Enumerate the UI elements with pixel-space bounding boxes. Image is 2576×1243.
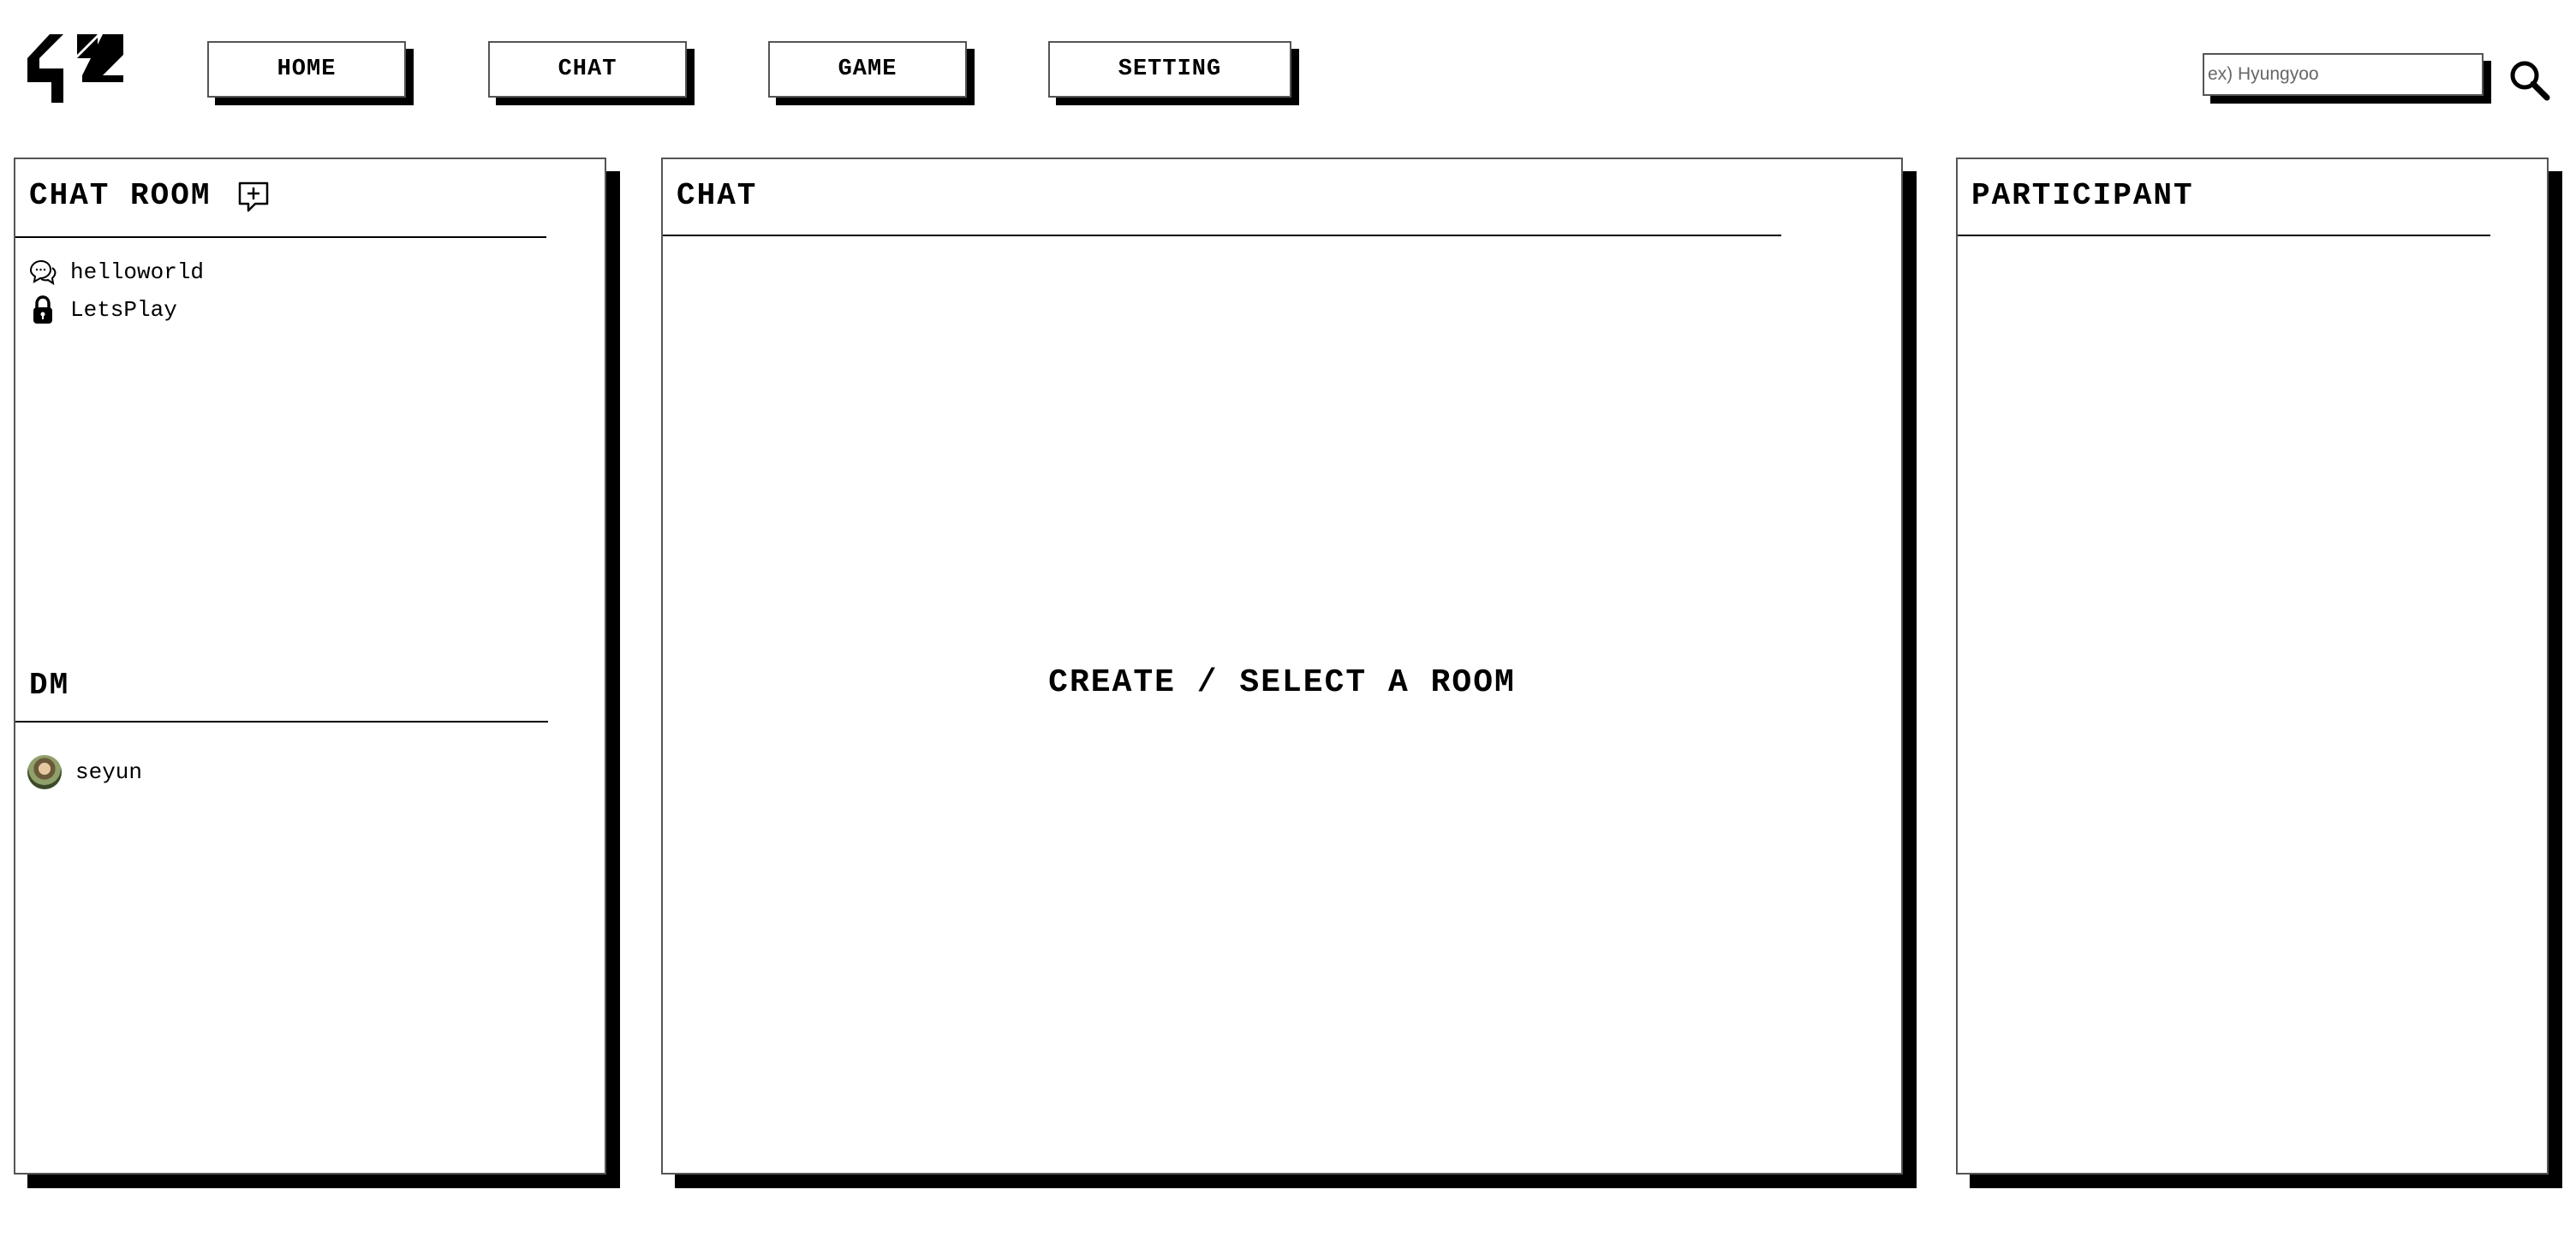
add-chat-icon[interactable] bbox=[236, 180, 271, 214]
dm-divider bbox=[15, 721, 548, 723]
avatar bbox=[27, 755, 62, 789]
dm-title: DM bbox=[29, 668, 70, 703]
empty-chat-message: CREATE / SELECT A ROOM bbox=[1048, 664, 1516, 701]
participant-title: PARTICIPANT bbox=[1971, 178, 2194, 213]
dm-name: seyun bbox=[75, 759, 143, 785]
search-input[interactable] bbox=[2203, 53, 2484, 96]
room-name: LetsPlay bbox=[70, 297, 177, 323]
nav-game-button[interactable]: GAME bbox=[768, 41, 967, 98]
search-box bbox=[2203, 53, 2484, 96]
nav-home-button[interactable]: HOME bbox=[207, 41, 406, 98]
42-logo-icon[interactable] bbox=[27, 34, 123, 103]
room-name: helloworld bbox=[70, 259, 205, 285]
chat-page: HOME CHAT GAME SETTING CHAT ROOM hellowo… bbox=[0, 0, 2576, 1243]
chat-bubbles-icon bbox=[29, 259, 57, 286]
dm-item-seyun[interactable]: seyun bbox=[27, 753, 142, 791]
room-item-helloworld[interactable]: helloworld bbox=[27, 255, 204, 289]
chat-title: CHAT bbox=[677, 178, 758, 213]
lock-icon bbox=[33, 295, 52, 324]
chat-room-divider bbox=[15, 236, 546, 238]
room-item-letsplay[interactable]: LetsPlay bbox=[27, 293, 177, 327]
chat-room-panel: CHAT ROOM helloworld LetsPlay DM seyun bbox=[14, 158, 606, 1175]
nav-chat-button[interactable]: CHAT bbox=[488, 41, 687, 98]
nav-setting-button[interactable]: SETTING bbox=[1048, 41, 1291, 98]
chat-room-title: CHAT ROOM bbox=[29, 178, 212, 213]
participant-divider bbox=[1958, 235, 2490, 236]
participant-panel: PARTICIPANT bbox=[1956, 158, 2549, 1175]
chat-divider bbox=[663, 235, 1781, 236]
search-icon[interactable] bbox=[2507, 58, 2550, 101]
chat-panel: CHAT CREATE / SELECT A ROOM bbox=[661, 158, 1903, 1175]
